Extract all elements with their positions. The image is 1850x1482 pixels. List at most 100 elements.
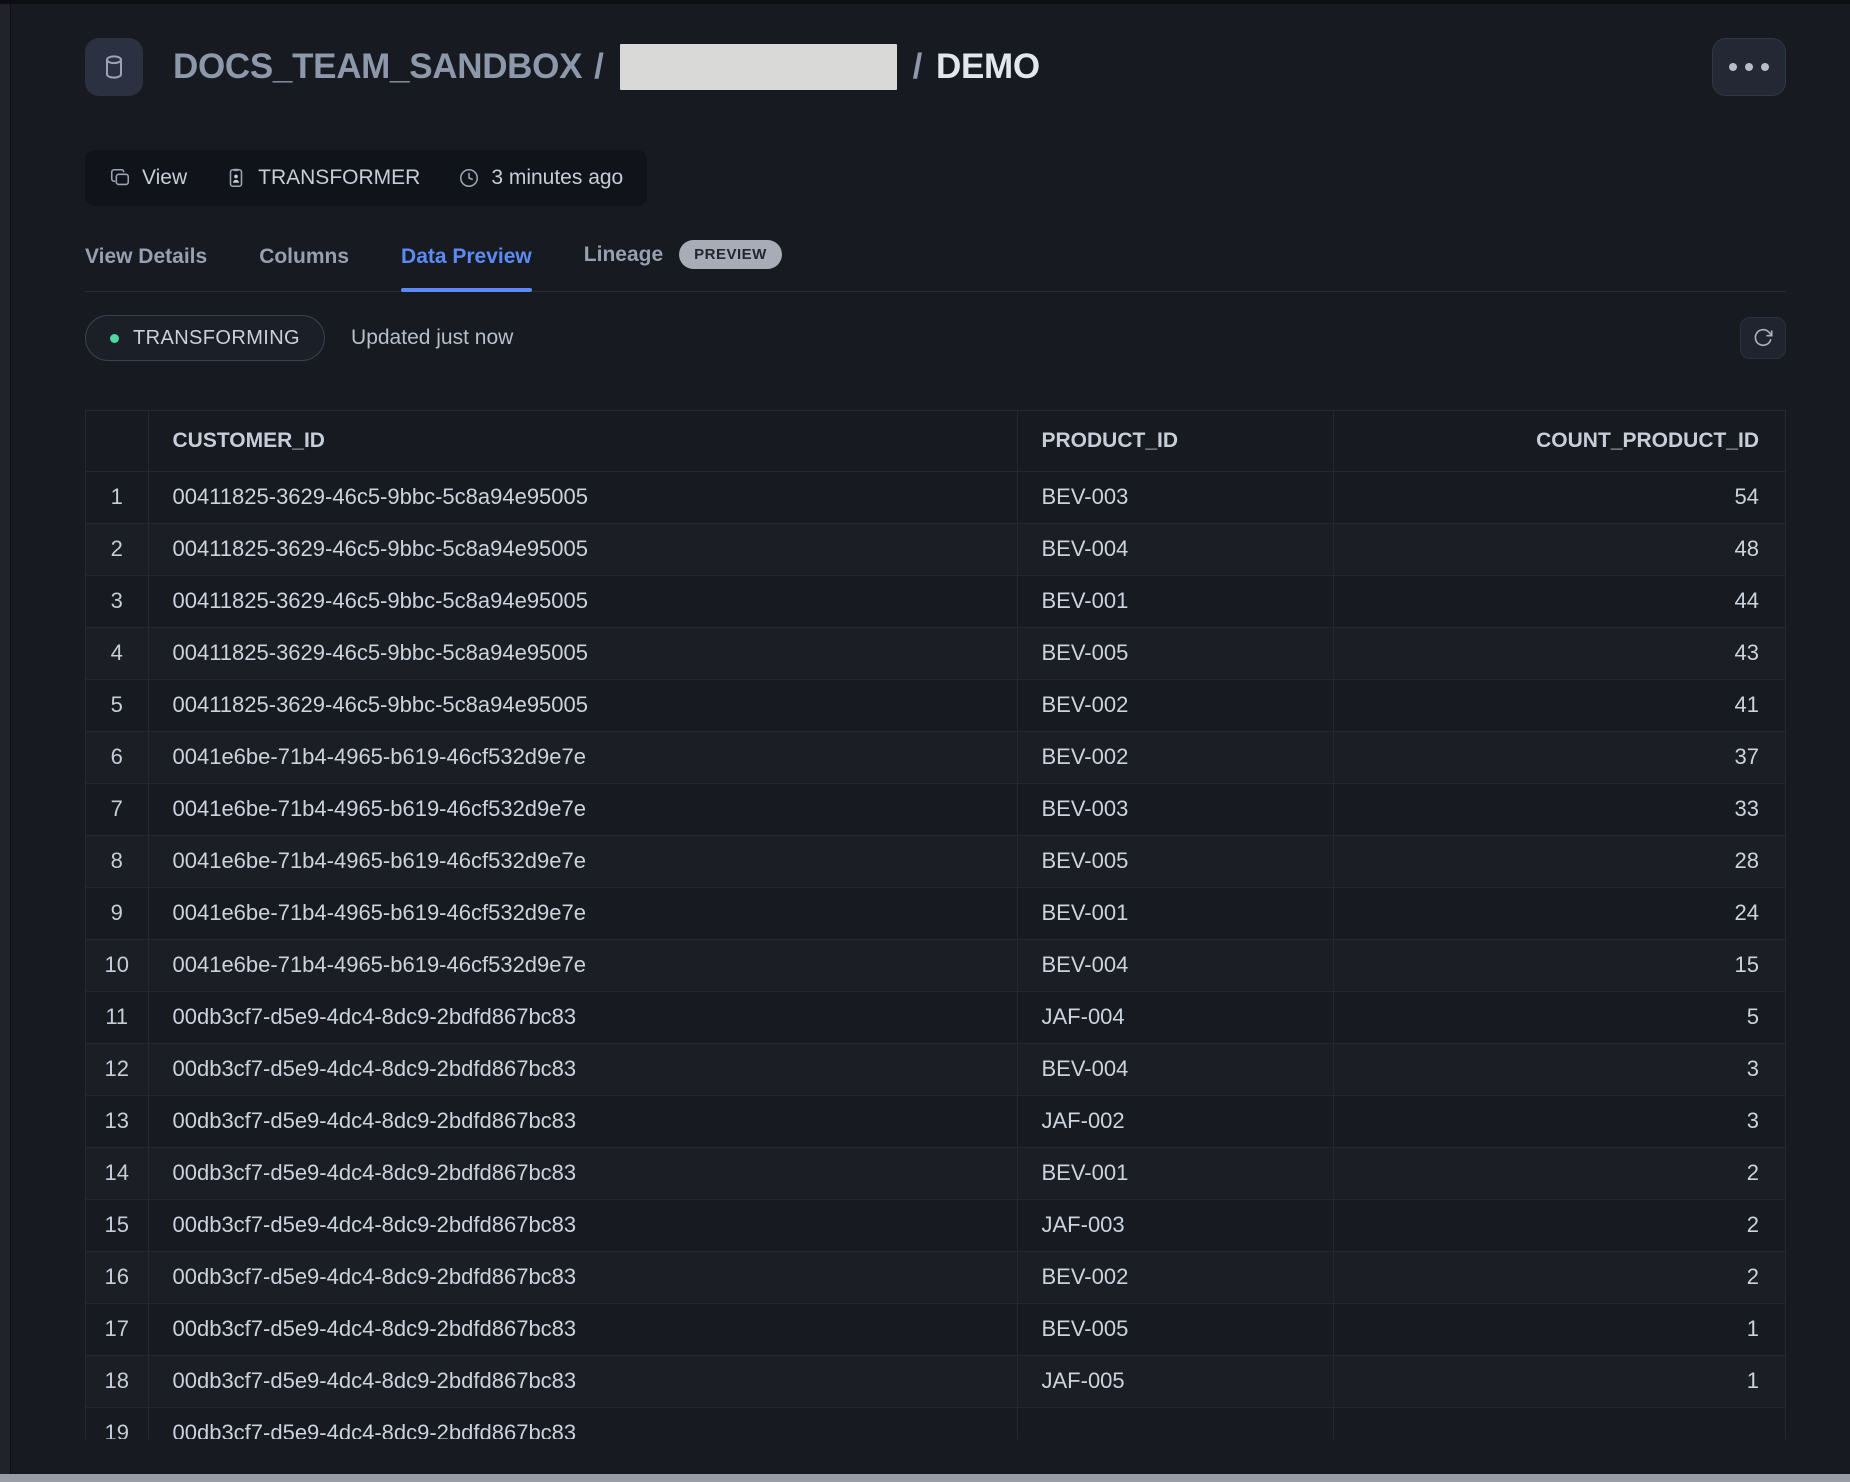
breadcrumb-separator-1: / — [594, 47, 603, 87]
table-row: 1200db3cf7-d5e9-4dc4-8dc9-2bdfd867bc83BE… — [86, 1043, 1785, 1095]
product-id-cell: JAF-004 — [1017, 991, 1333, 1043]
count-product-id-cell — [1333, 1407, 1785, 1439]
product-id-cell: BEV-002 — [1017, 679, 1333, 731]
customer-id-cell: 00411825-3629-46c5-9bbc-5c8a94e95005 — [148, 471, 1017, 523]
count-product-id-cell: 15 — [1333, 939, 1785, 991]
row-number-cell: 14 — [86, 1147, 148, 1199]
tab-lineage[interactable]: LineagePREVIEW — [584, 240, 782, 291]
object-role: TRANSFORMER — [225, 166, 420, 190]
table-row: 100411825-3629-46c5-9bbc-5c8a94e95005BEV… — [86, 471, 1785, 523]
table-row: 1900db3cf7-d5e9-4dc4-8dc9-2bdfd867bc83 — [86, 1407, 1785, 1439]
table-header-row: CUSTOMER_IDPRODUCT_IDCOUNT_PRODUCT_ID — [86, 411, 1785, 471]
object-updated-label: 3 minutes ago — [491, 166, 623, 190]
row-number-cell: 2 — [86, 523, 148, 575]
product-id-cell: BEV-001 — [1017, 575, 1333, 627]
customer-id-cell: 00411825-3629-46c5-9bbc-5c8a94e95005 — [148, 679, 1017, 731]
object-role-label: TRANSFORMER — [258, 166, 420, 190]
ellipsis-icon — [1761, 63, 1769, 71]
table-row: 200411825-3629-46c5-9bbc-5c8a94e95005BEV… — [86, 523, 1785, 575]
row-number-header — [86, 411, 148, 471]
count-product-id-cell: 33 — [1333, 783, 1785, 835]
customer-id-cell: 00411825-3629-46c5-9bbc-5c8a94e95005 — [148, 523, 1017, 575]
object-meta-bar: View TRANSFORMER 3 minutes ago — [85, 150, 647, 206]
more-actions-button[interactable] — [1712, 38, 1786, 96]
table-row: 1800db3cf7-d5e9-4dc4-8dc9-2bdfd867bc83JA… — [86, 1355, 1785, 1407]
refresh-button[interactable] — [1740, 317, 1786, 359]
object-updated: 3 minutes ago — [458, 166, 623, 190]
customer-id-cell: 00db3cf7-d5e9-4dc4-8dc9-2bdfd867bc83 — [148, 1355, 1017, 1407]
count-product-id-cell: 2 — [1333, 1199, 1785, 1251]
count-product-id-cell: 24 — [1333, 887, 1785, 939]
table-row: 500411825-3629-46c5-9bbc-5c8a94e95005BEV… — [86, 679, 1785, 731]
customer-id-cell: 00db3cf7-d5e9-4dc4-8dc9-2bdfd867bc83 — [148, 1303, 1017, 1355]
table-row: 1700db3cf7-d5e9-4dc4-8dc9-2bdfd867bc83BE… — [86, 1303, 1785, 1355]
product-id-cell: BEV-001 — [1017, 887, 1333, 939]
window-top-edge — [0, 0, 1850, 4]
customer-id-cell: 00411825-3629-46c5-9bbc-5c8a94e95005 — [148, 627, 1017, 679]
row-number-cell: 10 — [86, 939, 148, 991]
table-body: 100411825-3629-46c5-9bbc-5c8a94e95005BEV… — [86, 471, 1785, 1439]
product-id-cell: JAF-003 — [1017, 1199, 1333, 1251]
table-row: 70041e6be-71b4-4965-b619-46cf532d9e7eBEV… — [86, 783, 1785, 835]
table-row: 80041e6be-71b4-4965-b619-46cf532d9e7eBEV… — [86, 835, 1785, 887]
row-number-cell: 9 — [86, 887, 148, 939]
ellipsis-icon — [1745, 63, 1753, 71]
preview-status-row: TRANSFORMING Updated just now — [85, 315, 1786, 361]
count-product-id-cell: 28 — [1333, 835, 1785, 887]
product-id-cell: BEV-004 — [1017, 523, 1333, 575]
tab-label: Data Preview — [401, 245, 532, 269]
row-number-cell: 8 — [86, 835, 148, 887]
horizontal-scrollbar[interactable] — [0, 1474, 1850, 1482]
tab-view-details[interactable]: View Details — [85, 245, 207, 291]
table-row: 400411825-3629-46c5-9bbc-5c8a94e95005BEV… — [86, 627, 1785, 679]
table-row: 100041e6be-71b4-4965-b619-46cf532d9e7eBE… — [86, 939, 1785, 991]
count-product-id-cell: 37 — [1333, 731, 1785, 783]
count-product-id-cell: 48 — [1333, 523, 1785, 575]
customer-id-cell: 0041e6be-71b4-4965-b619-46cf532d9e7e — [148, 887, 1017, 939]
product-id-cell: BEV-004 — [1017, 1043, 1333, 1095]
table-row: 1100db3cf7-d5e9-4dc4-8dc9-2bdfd867bc83JA… — [86, 991, 1785, 1043]
table-row: 1300db3cf7-d5e9-4dc4-8dc9-2bdfd867bc83JA… — [86, 1095, 1785, 1147]
object-type-label: View — [142, 166, 187, 190]
customer-id-cell: 00411825-3629-46c5-9bbc-5c8a94e95005 — [148, 575, 1017, 627]
customer-id-cell: 0041e6be-71b4-4965-b619-46cf532d9e7e — [148, 835, 1017, 887]
tab-label: Columns — [259, 245, 349, 269]
column-header-customer_id: CUSTOMER_ID — [148, 411, 1017, 471]
customer-id-cell: 00db3cf7-d5e9-4dc4-8dc9-2bdfd867bc83 — [148, 1043, 1017, 1095]
row-number-cell: 12 — [86, 1043, 148, 1095]
product-id-cell: BEV-004 — [1017, 939, 1333, 991]
count-product-id-cell: 3 — [1333, 1043, 1785, 1095]
view-layers-icon — [109, 167, 131, 189]
tab-data-preview[interactable]: Data Preview — [401, 245, 532, 291]
product-id-cell — [1017, 1407, 1333, 1439]
column-header-count_product_id: COUNT_PRODUCT_ID — [1333, 411, 1785, 471]
product-id-cell: BEV-003 — [1017, 471, 1333, 523]
product-id-cell: BEV-005 — [1017, 627, 1333, 679]
customer-id-cell: 00db3cf7-d5e9-4dc4-8dc9-2bdfd867bc83 — [148, 1251, 1017, 1303]
ellipsis-icon — [1729, 63, 1737, 71]
count-product-id-cell: 3 — [1333, 1095, 1785, 1147]
breadcrumb-object-name: DEMO — [936, 47, 1040, 87]
row-number-cell: 6 — [86, 731, 148, 783]
data-preview-table: CUSTOMER_IDPRODUCT_IDCOUNT_PRODUCT_ID 10… — [86, 411, 1785, 1439]
database-object-icon-badge — [85, 38, 143, 96]
refresh-icon — [1752, 327, 1774, 349]
row-number-cell: 15 — [86, 1199, 148, 1251]
table-row: 300411825-3629-46c5-9bbc-5c8a94e95005BEV… — [86, 575, 1785, 627]
row-number-cell: 3 — [86, 575, 148, 627]
table-row: 90041e6be-71b4-4965-b619-46cf532d9e7eBEV… — [86, 887, 1785, 939]
count-product-id-cell: 54 — [1333, 471, 1785, 523]
table-row: 60041e6be-71b4-4965-b619-46cf532d9e7eBEV… — [86, 731, 1785, 783]
product-id-cell: BEV-005 — [1017, 835, 1333, 887]
customer-id-cell: 00db3cf7-d5e9-4dc4-8dc9-2bdfd867bc83 — [148, 1407, 1017, 1439]
row-number-cell: 19 — [86, 1407, 148, 1439]
data-preview-table-container: CUSTOMER_IDPRODUCT_IDCOUNT_PRODUCT_ID 10… — [85, 410, 1786, 1439]
product-id-cell: JAF-002 — [1017, 1095, 1333, 1147]
tab-columns[interactable]: Columns — [259, 245, 349, 291]
customer-id-cell: 0041e6be-71b4-4965-b619-46cf532d9e7e — [148, 731, 1017, 783]
customer-id-cell: 0041e6be-71b4-4965-b619-46cf532d9e7e — [148, 939, 1017, 991]
status-badge: TRANSFORMING — [85, 315, 325, 361]
tab-label: Lineage — [584, 243, 663, 267]
page-title: DOCS_TEAM_SANDBOX / / DEMO — [173, 44, 1040, 90]
count-product-id-cell: 5 — [1333, 991, 1785, 1043]
